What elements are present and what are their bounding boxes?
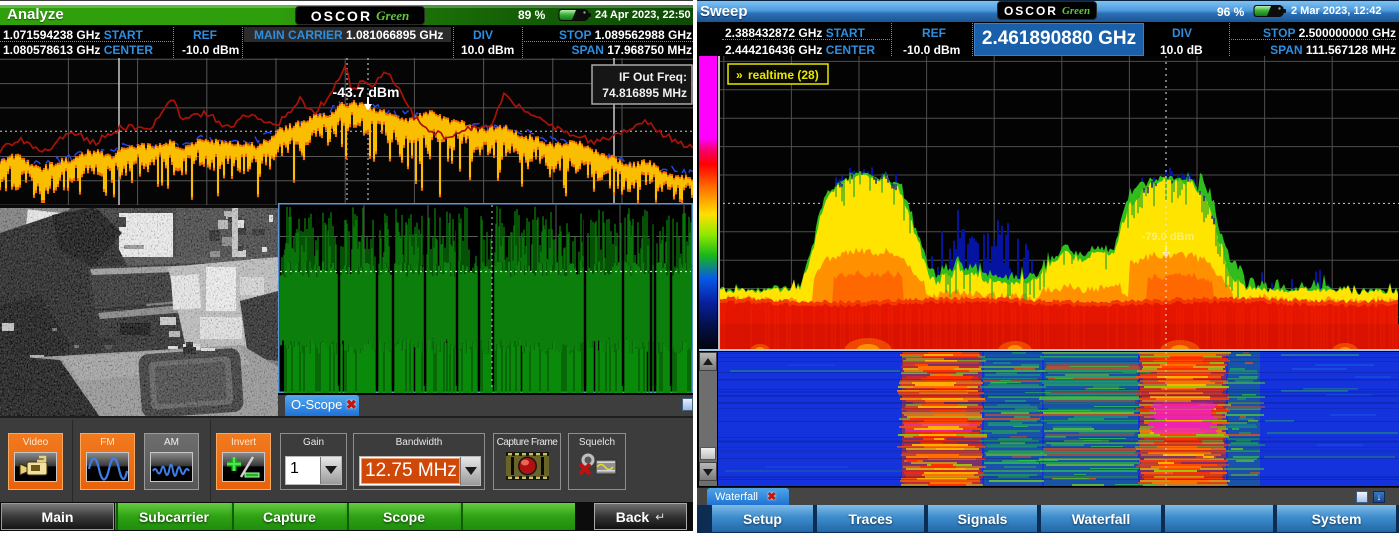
svg-text:74.816895 MHz: 74.816895 MHz	[602, 86, 687, 100]
svg-text:»: »	[736, 68, 743, 82]
svg-text:IF Out Freq:: IF Out Freq:	[619, 70, 687, 84]
svg-text:-43.7 dBm: -43.7 dBm	[333, 84, 400, 100]
svg-text:-79.0 dBm: -79.0 dBm	[1142, 231, 1195, 243]
svg-text:realtime (28): realtime (28)	[748, 68, 819, 82]
